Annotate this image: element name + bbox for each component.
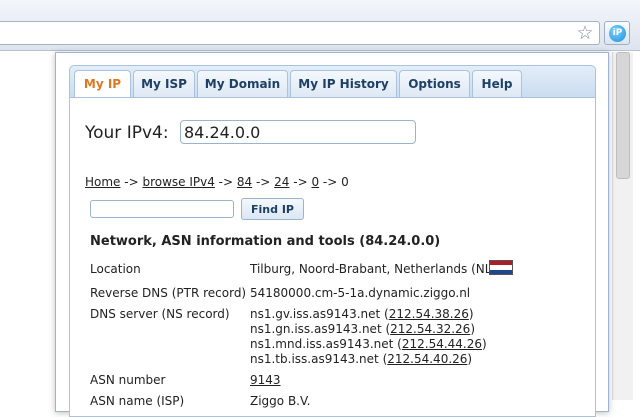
asn-name-value: Ziggo B.V. bbox=[250, 394, 311, 408]
rdns-label: Reverse DNS (PTR record) bbox=[90, 286, 247, 300]
breadcrumb-octet-3-link[interactable]: 0 bbox=[311, 175, 319, 189]
breadcrumb: Home -> browse IPv4 -> 84 -> 24 -> 0 -> … bbox=[85, 175, 349, 189]
page-scrollbar[interactable] bbox=[612, 52, 633, 400]
find-ip-button[interactable]: Find IP bbox=[241, 198, 304, 220]
location-label: Location bbox=[90, 262, 141, 276]
tab-my-ip-history[interactable]: My IP History bbox=[290, 70, 397, 98]
netherlands-flag-icon bbox=[489, 260, 513, 275]
ip-extension-icon: iP bbox=[609, 25, 626, 42]
extension-button[interactable]: iP bbox=[604, 21, 630, 45]
breadcrumb-browse-link[interactable]: browse IPv4 bbox=[142, 175, 214, 189]
asn-name-label: ASN name (ISP) bbox=[90, 394, 185, 408]
dns-server-host: ns1.mnd.iss.as9143.net bbox=[250, 337, 394, 351]
scrollbar-thumb[interactable] bbox=[616, 52, 630, 179]
dns-server-host: ns1.tb.iss.as9143.net bbox=[250, 352, 379, 366]
breadcrumb-separator: -> bbox=[289, 175, 312, 189]
bookmark-star-icon[interactable]: ☆ bbox=[572, 22, 598, 44]
tab-strip: My IP My ISP My Domain My IP History Opt… bbox=[69, 65, 596, 100]
tab-my-domain[interactable]: My Domain bbox=[197, 70, 288, 98]
dns-server-ip-link[interactable]: 212.54.44.26 bbox=[402, 337, 482, 351]
dns-server-line: ns1.gv.iss.as9143.net (212.54.38.26) bbox=[250, 307, 474, 321]
section-title: Network, ASN information and tools (84.2… bbox=[90, 234, 441, 249]
breadcrumb-octet-4: 0 bbox=[341, 175, 349, 189]
dns-server-line: ns1.gn.iss.as9143.net (212.54.32.26) bbox=[250, 322, 475, 336]
dns-server-host: ns1.gn.iss.as9143.net bbox=[250, 322, 382, 336]
breadcrumb-octet-1-link[interactable]: 84 bbox=[237, 175, 252, 189]
dns-server-line: ns1.tb.iss.as9143.net (212.54.40.26) bbox=[250, 352, 473, 366]
breadcrumb-separator: -> bbox=[252, 175, 275, 189]
tab-my-isp[interactable]: My ISP bbox=[133, 70, 195, 98]
rdns-value: 54180000.cm-5-1a.dynamic.ziggo.nl bbox=[250, 286, 471, 300]
browser-toolbar: ☆ iP bbox=[0, 0, 640, 51]
tab-my-ip[interactable]: My IP bbox=[74, 70, 131, 100]
breadcrumb-separator: -> bbox=[319, 175, 342, 189]
address-bar[interactable] bbox=[0, 21, 600, 45]
dns-label: DNS server (NS record) bbox=[90, 307, 230, 321]
breadcrumb-separator: -> bbox=[214, 175, 237, 189]
extension-popup: My IP My ISP My Domain My IP History Opt… bbox=[55, 52, 609, 417]
dns-server-host: ns1.gv.iss.as9143.net bbox=[250, 307, 381, 321]
dns-server-ip-link[interactable]: 212.54.38.26 bbox=[389, 307, 469, 321]
dns-server-ip-link[interactable]: 212.54.32.26 bbox=[390, 322, 470, 336]
breadcrumb-separator: -> bbox=[120, 175, 143, 189]
tab-help[interactable]: Help bbox=[472, 70, 522, 98]
ipv4-label: Your IPv4: bbox=[85, 123, 169, 143]
asn-value-wrapper: 9143 bbox=[250, 373, 281, 387]
dns-server-ip-link[interactable]: 212.54.40.26 bbox=[387, 352, 467, 366]
flag-stripe-blue bbox=[490, 269, 512, 274]
tab-content-panel bbox=[69, 97, 596, 417]
ipv4-field[interactable] bbox=[180, 120, 416, 144]
asn-number-link[interactable]: 9143 bbox=[250, 373, 281, 387]
location-value: Tilburg, Noord-Brabant, Netherlands (NL) bbox=[250, 262, 497, 276]
breadcrumb-home-link[interactable]: Home bbox=[85, 175, 120, 189]
dns-server-line: ns1.mnd.iss.as9143.net (212.54.44.26) bbox=[250, 337, 487, 351]
breadcrumb-octet-2-link[interactable]: 24 bbox=[274, 175, 289, 189]
asn-label: ASN number bbox=[90, 373, 166, 387]
find-ip-input[interactable] bbox=[90, 200, 234, 218]
tab-options[interactable]: Options bbox=[399, 70, 470, 98]
